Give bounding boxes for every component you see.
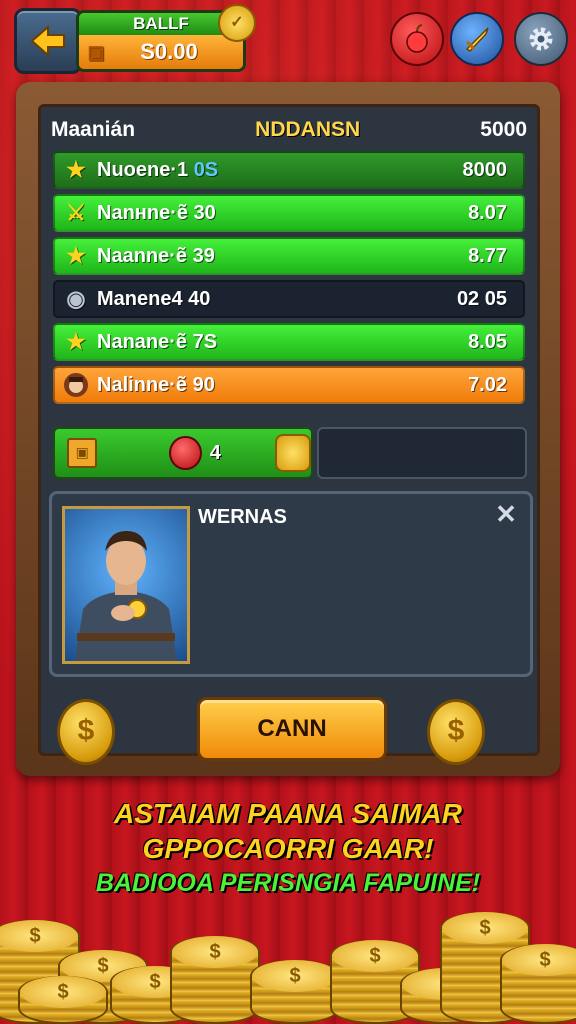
header-right: 5000	[480, 118, 527, 141]
sword-icon: ⚔	[66, 200, 86, 225]
row-name: Nanнne·ẽ 30	[97, 201, 216, 224]
coin-stack	[18, 976, 108, 1024]
row-name: Manene4 40	[97, 287, 211, 310]
header-left: Maanián	[51, 118, 136, 141]
row-score: 7.02	[468, 373, 507, 396]
back-button[interactable]	[14, 8, 82, 74]
leaderboard-row[interactable]: ★ Naanne·ẽ 39 8.77	[53, 237, 525, 275]
coin-icon: $	[427, 699, 485, 765]
leaderboard-row[interactable]: Nalinne·ẽ 90 7.02	[53, 366, 525, 404]
chest-icon: ▣	[67, 438, 98, 468]
apple-icon	[406, 24, 428, 53]
apple-count: 4	[209, 441, 221, 464]
coin-pile	[0, 900, 576, 1024]
row-name: Naanne·ẽ 39	[97, 244, 215, 267]
promo-banner: ASTAIAM PAANA SAIMAR GPPOCAORRI GAAR! BA…	[0, 796, 576, 901]
row-score: 8.05	[468, 330, 507, 353]
back-arrow-icon	[30, 24, 65, 58]
leaderboard-row[interactable]: ★ Nuoene·1 0S 8000	[53, 151, 525, 189]
leaderboard-row[interactable]: ★ Nanane·ẽ 7S 8.05	[53, 323, 525, 361]
balance-value: S0.00	[140, 39, 198, 64]
cann-button[interactable]: CANN	[197, 697, 387, 761]
leaderboard-row[interactable]: ◉ Manene4 40 02 05	[53, 280, 525, 318]
sword-icon	[465, 27, 489, 52]
row-name: Nalinne·ẽ 90	[97, 373, 215, 396]
character-name: WERNAS	[198, 506, 287, 528]
row-name: Nuoene·1	[97, 158, 194, 181]
gear-icon	[529, 27, 553, 51]
apple-icon	[169, 436, 202, 470]
coin-icon: ✓	[218, 4, 256, 42]
banner-line-3: BADIOOA PERISNGIA FAPUINE!	[95, 869, 481, 897]
star-icon: ★	[66, 243, 86, 268]
panel-content: Maanián NDDANSN 5000 ★ Nuoene·1 0S 8000 …	[38, 104, 540, 765]
coin-stack	[170, 936, 260, 1024]
header-title: NDDANSN	[255, 118, 361, 141]
character-info-box: WERNAS ✕	[49, 491, 533, 677]
row-score: 8.77	[468, 244, 507, 267]
star-icon: ★	[66, 157, 86, 182]
apple-button[interactable]	[390, 12, 444, 66]
row-score: 8.07	[468, 201, 507, 224]
banner-line-2: GPPOCAORRI GAAR!	[142, 833, 434, 864]
coin-icon: $	[57, 699, 115, 765]
close-icon[interactable]: ✕	[492, 500, 520, 528]
star-icon: ★	[66, 329, 86, 354]
empty-slot[interactable]	[317, 427, 527, 479]
coin-stack	[250, 960, 340, 1024]
avatar-icon	[55, 372, 97, 398]
coin-stack	[500, 944, 576, 1024]
action-row: $ CANN $	[41, 689, 537, 765]
leaderboard-row[interactable]: ⚔ Nanнne·ẽ 30 8.07	[53, 194, 525, 232]
leaderboard-panel: Maanián NDDANSN 5000 ★ Nuoene·1 0S 8000 …	[16, 82, 560, 776]
sword-button[interactable]	[450, 12, 504, 66]
row-score: 8000	[462, 158, 508, 181]
character-portrait	[62, 506, 190, 664]
banner-line-1: ASTAIAM PAANA SAIMAR	[114, 798, 462, 829]
resource-row: ▣ 4	[53, 427, 527, 479]
resource-bar: ▣ 4	[53, 427, 313, 479]
chest-icon: ▣	[87, 41, 105, 62]
list-header: Maanián NDDANSN 5000	[51, 113, 527, 147]
settings-button[interactable]	[514, 12, 568, 66]
row-name-suffix: 0S	[193, 158, 219, 181]
row-score: 02 05	[456, 287, 507, 310]
top-hud: BALLF ▣ S0.00 ✓	[0, 0, 576, 80]
shield-icon: ◉	[66, 286, 86, 311]
gold-chest-button[interactable]	[274, 434, 311, 472]
row-name: Nanane·ẽ 7S	[97, 330, 218, 353]
